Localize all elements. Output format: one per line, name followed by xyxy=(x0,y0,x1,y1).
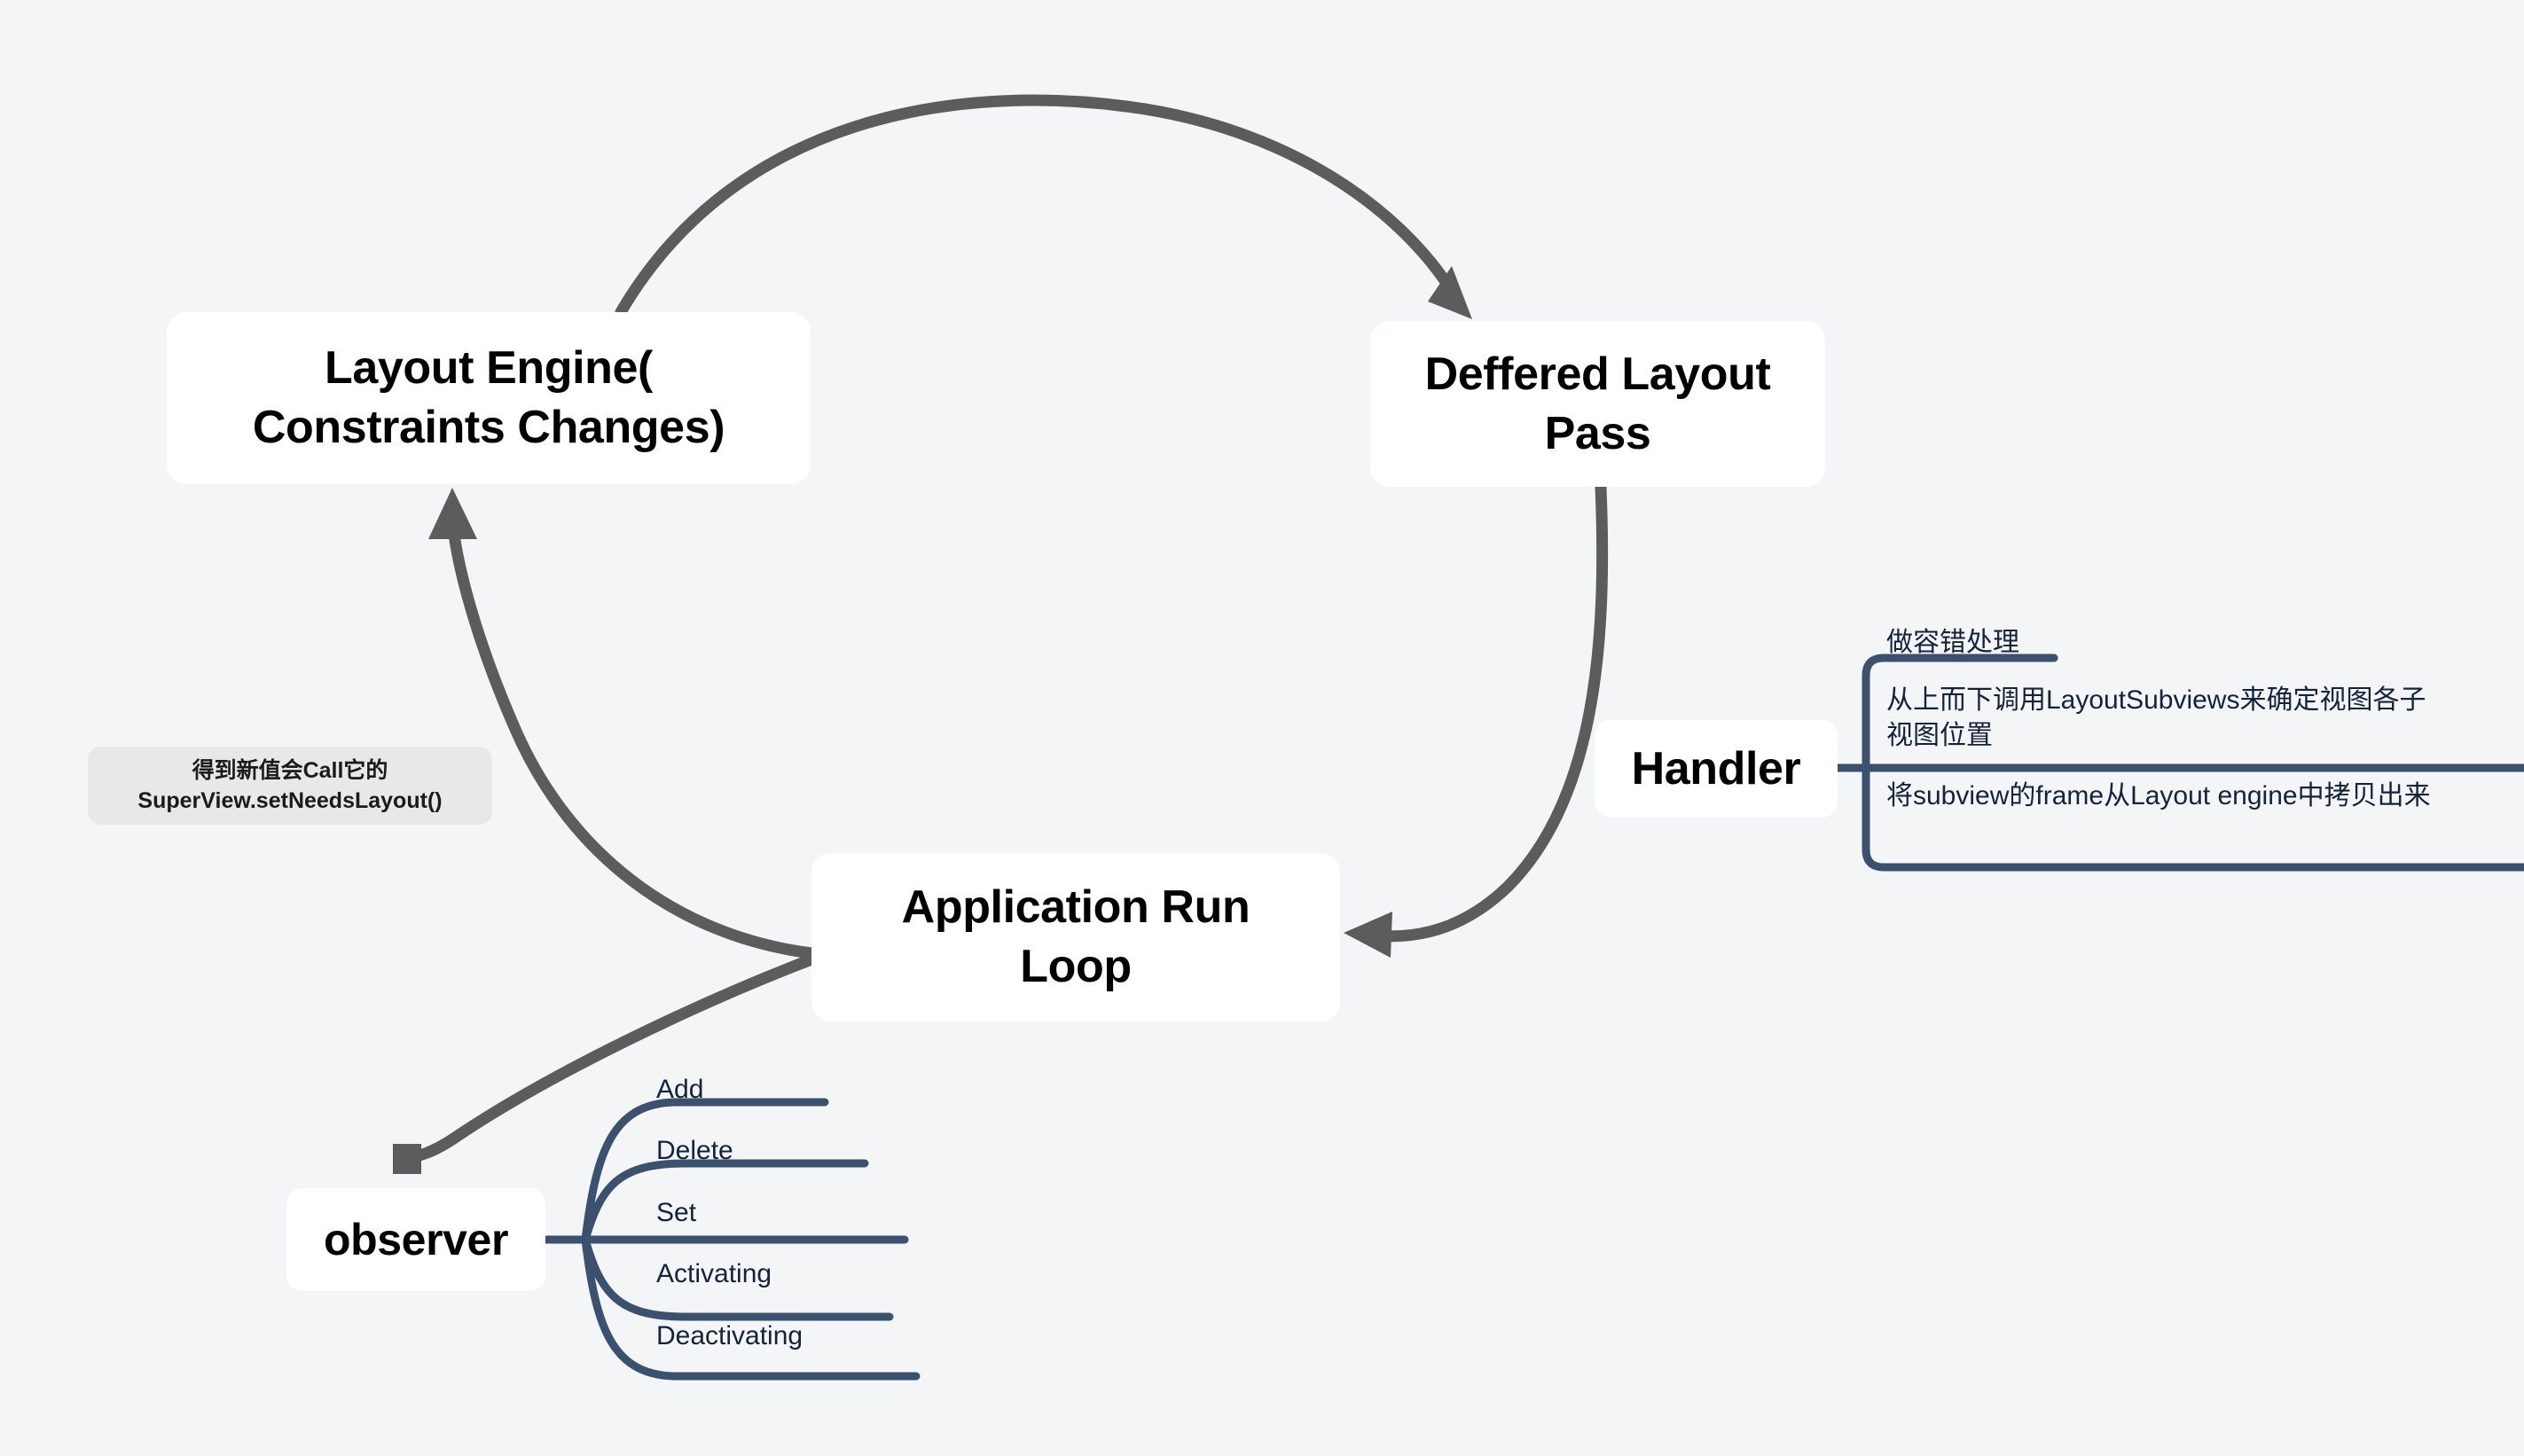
node-deffered-layout-pass-label: Deffered Layout Pass xyxy=(1424,348,1771,459)
observer-branch-label-set: Set xyxy=(656,1198,697,1227)
node-layout-engine-label: Layout Engine(Constraints Changes) xyxy=(252,342,725,453)
node-application-run-loop[interactable]: Application Run Loop xyxy=(811,853,1340,1022)
handler-branch-label-layoutsubviews: 从上而下调用LayoutSubviews来确定视图各子视图位置 xyxy=(1886,685,2426,750)
node-handler-label: Handler xyxy=(1631,742,1801,795)
node-deffered-layout-pass[interactable]: Deffered Layout Pass xyxy=(1370,321,1825,487)
note-setneedslayout-text: 得到新值会Call它的SuperView.setNeedsLayout() xyxy=(137,757,443,814)
observer-connector-endpoint-marker xyxy=(393,1144,421,1174)
node-layout-engine[interactable]: Layout Engine(Constraints Changes) xyxy=(167,312,811,484)
diagram-canvas: Layout Engine(Constraints Changes) Deffe… xyxy=(0,0,2524,1456)
node-handler[interactable]: Handler xyxy=(1595,720,1838,818)
edge-layout-engine-to-deffered xyxy=(615,94,1472,319)
observer-branch-label-delete: Delete xyxy=(656,1136,733,1165)
node-observer[interactable]: observer xyxy=(286,1188,545,1291)
handler-branch-label-copyframe: 将subview的frame从Layout engine中拷贝出来 xyxy=(1886,781,2431,810)
observer-branch-label-deactivating: Deactivating xyxy=(656,1321,803,1350)
handler-branch-label-tolerance: 做容错处理 xyxy=(1886,628,2019,657)
node-observer-label: observer xyxy=(323,1215,509,1264)
node-application-run-loop-label: Application Run Loop xyxy=(901,881,1250,992)
edge-run-loop-to-observer xyxy=(402,953,818,1163)
observer-branch-label-add: Add xyxy=(656,1075,704,1104)
note-setneedslayout: 得到新值会Call它的SuperView.setNeedsLayout() xyxy=(88,747,492,825)
observer-branch-label-activating: Activating xyxy=(656,1259,772,1288)
edge-run-loop-to-layout-engine xyxy=(428,488,818,959)
edge-deffered-to-run-loop xyxy=(1344,481,1609,958)
